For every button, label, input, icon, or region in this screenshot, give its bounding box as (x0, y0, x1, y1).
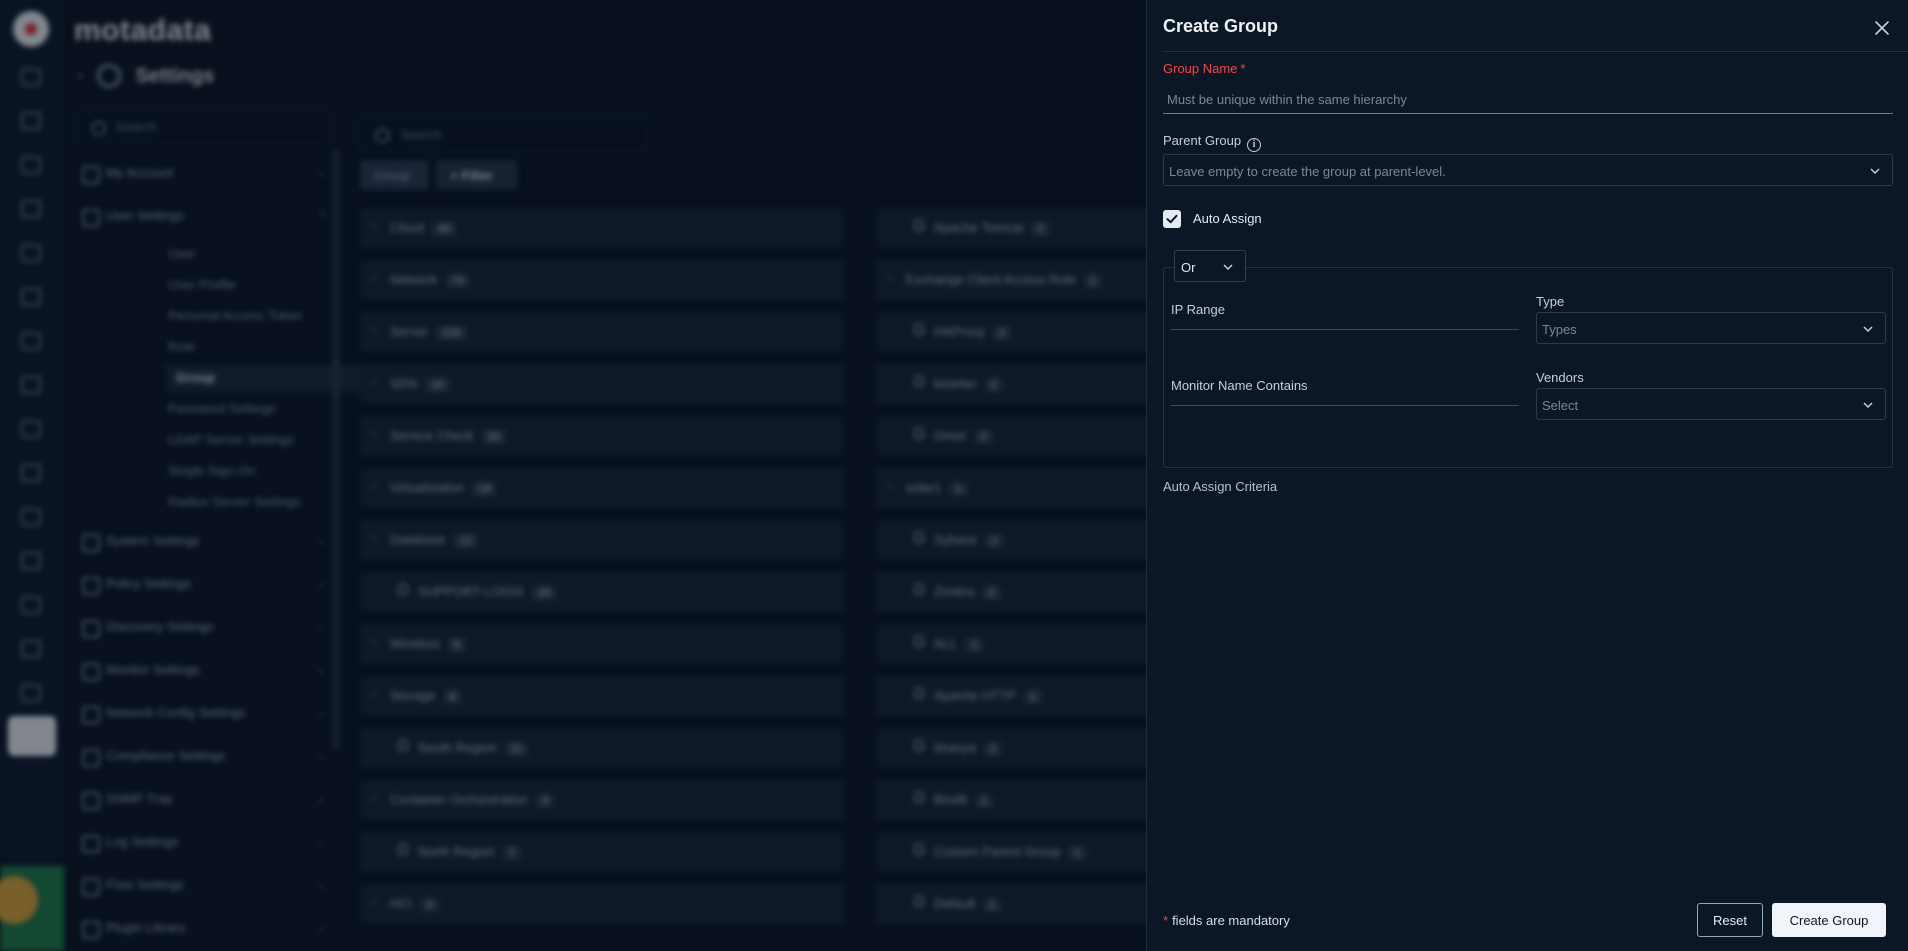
ip-range-field (1171, 304, 1519, 330)
type-label: Type (1536, 294, 1565, 309)
auto-assign-criteria-box: IP Range Type Types Monitor Name Contain… (1163, 267, 1893, 468)
title-divider (1163, 51, 1908, 52)
create-group-button[interactable]: Create Group (1772, 903, 1886, 937)
group-name-label-text: Group Name (1163, 61, 1238, 76)
close-button[interactable] (1868, 14, 1896, 42)
chevron-down-icon (1863, 402, 1873, 409)
auto-assign-label: Auto Assign (1193, 211, 1262, 226)
group-name-field (1163, 86, 1893, 114)
mandatory-note: * fields are mandatory (1163, 913, 1290, 928)
mandatory-note-text: fields are mandatory (1172, 913, 1290, 928)
criteria-caption: Auto Assign Criteria (1163, 479, 1278, 494)
monitor-name-input[interactable] (1171, 380, 1519, 404)
group-name-label: Group Name * (1163, 61, 1245, 76)
parent-group-label: Parent Group i (1163, 133, 1262, 152)
parent-group-select[interactable]: Leave empty to create the group at paren… (1163, 154, 1893, 186)
type-placeholder: Types (1542, 322, 1577, 337)
modal-backdrop[interactable] (0, 0, 1146, 951)
operator-select[interactable]: Or (1174, 250, 1246, 282)
auto-assign-checkbox[interactable] (1163, 210, 1181, 228)
drawer-title: Create Group (1163, 16, 1279, 36)
monitor-name-field (1171, 380, 1519, 406)
parent-group-label-text: Parent Group (1163, 133, 1242, 148)
info-icon[interactable]: i (1247, 138, 1262, 152)
chevron-down-icon (1870, 168, 1880, 175)
close-icon (1875, 21, 1889, 35)
vendors-label: Vendors (1536, 370, 1584, 385)
required-marker: * (1240, 61, 1246, 76)
group-name-input[interactable] (1163, 86, 1893, 112)
ip-range-input[interactable] (1171, 304, 1519, 328)
parent-group-placeholder: Leave empty to create the group at paren… (1169, 164, 1446, 179)
chevron-down-icon (1863, 326, 1873, 333)
chevron-down-icon (1223, 264, 1233, 271)
required-marker: * (1163, 913, 1169, 928)
operator-value: Or (1181, 260, 1196, 275)
vendors-placeholder: Select (1542, 398, 1579, 413)
type-select[interactable]: Types (1536, 312, 1886, 344)
vendors-select[interactable]: Select (1536, 388, 1886, 420)
reset-button[interactable]: Reset (1697, 903, 1763, 937)
check-icon (1166, 214, 1178, 224)
create-group-drawer: Create Group Group Name* Parent Groupi L… (1146, 0, 1908, 951)
